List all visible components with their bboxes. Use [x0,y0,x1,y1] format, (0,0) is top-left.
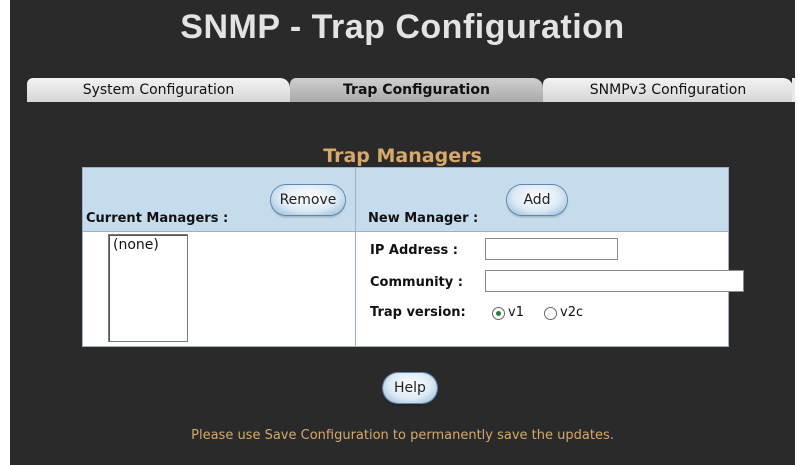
ip-address-label: IP Address : [370,243,458,258]
save-notice: Please use Save Configuration to permane… [191,428,614,443]
trap-version-label: Trap version: [370,305,466,320]
tab-system-configuration[interactable]: System Configuration [27,78,290,102]
add-button[interactable]: Add [507,185,567,215]
new-manager-label: New Manager : [368,211,479,226]
column-divider [355,168,356,346]
main-panel: SNMP - Trap Configuration System Configu… [10,0,795,465]
list-item[interactable]: (none) [113,237,183,253]
trap-managers-table: Current Managers : Remove New Manager : … [82,167,744,347]
tab-snmpv3-configuration[interactable]: SNMPv3 Configuration [543,78,793,102]
community-label: Community : [370,275,463,290]
help-button[interactable]: Help [383,373,437,403]
trap-version-v2c-radio[interactable] [544,307,557,320]
trap-version-v1-radio[interactable] [492,307,505,320]
current-managers-list[interactable]: (none) [108,234,188,342]
trap-version-v2c-label: v2c [560,305,584,320]
section-title: Trap Managers [323,145,482,167]
trap-version-v1-label: v1 [508,305,524,320]
tab-bar-edge [792,78,795,102]
tab-trap-configuration[interactable]: Trap Configuration [290,78,543,102]
current-managers-label: Current Managers : [86,211,229,226]
page-title: SNMP - Trap Configuration [180,8,625,46]
header-divider [83,231,728,232]
community-input[interactable] [485,270,744,292]
tab-bar: System Configuration Trap Configuration … [27,78,795,102]
ip-address-input[interactable] [485,238,618,260]
remove-button[interactable]: Remove [271,185,345,215]
